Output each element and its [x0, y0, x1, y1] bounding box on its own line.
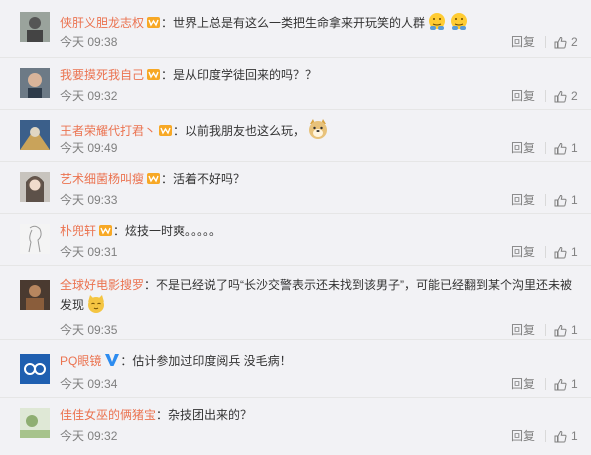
thumbs-up-icon	[554, 90, 567, 102]
vip-crown-icon[interactable]	[146, 15, 161, 29]
comment-item: PQ眼镜 ：估计参加过印度阅兵 没毛病！ 今天 09:34 回复 1	[0, 340, 591, 398]
comment-text: ：世界上总是有这么一类把生命拿来开玩笑的人群	[161, 16, 426, 30]
divider	[545, 36, 546, 48]
comment-text: ：以前我朋友也这么玩，	[173, 124, 306, 138]
like-button[interactable]: 2	[554, 88, 579, 104]
thumbs-up-icon	[554, 36, 567, 48]
username-link[interactable]: 全球好电影搜罗	[60, 278, 144, 292]
like-button[interactable]: 1	[554, 428, 579, 444]
avatar[interactable]	[20, 68, 50, 98]
comment-time: 今天 09:32	[60, 429, 118, 443]
avatar[interactable]	[20, 172, 50, 202]
comment-time: 今天 09:34	[60, 377, 118, 391]
reply-button[interactable]: 回复	[511, 322, 545, 338]
username-link[interactable]: 朴兜轩	[60, 224, 96, 238]
comment-item: 侠肝义胆龙志权 ：世界上总是有这么一类把生命拿来开玩笑的人群 今天 09:38 回…	[0, 0, 591, 58]
like-count: 2	[571, 35, 578, 49]
thumbs-up-icon	[554, 142, 567, 154]
divider	[545, 90, 546, 102]
thumbs-up-icon	[554, 324, 567, 336]
reply-button[interactable]: 回复	[511, 428, 545, 444]
avatar[interactable]	[20, 408, 50, 438]
comment-item: 朴兜轩 ：炫技一时爽。。。。。 今天 09:31 回复 1	[0, 214, 591, 266]
comment-time: 今天 09:49	[60, 141, 118, 155]
like-count: 1	[571, 429, 578, 443]
comment-text: ：杂技团出来的？	[156, 408, 253, 422]
comment-text: ：是从印度学徒回来的吗？？	[161, 68, 318, 82]
reply-button[interactable]: 回复	[511, 192, 545, 208]
like-count: 1	[571, 141, 578, 155]
reply-button[interactable]: 回复	[511, 376, 545, 392]
comment-text: ：活着不好吗？	[161, 172, 246, 186]
thumbs-up-icon	[554, 194, 567, 206]
vip-crown-icon[interactable]	[158, 123, 173, 137]
comment-text: ：炫技一时爽。。。。。	[113, 224, 222, 238]
avatar[interactable]	[20, 120, 50, 150]
avatar[interactable]	[20, 224, 50, 254]
vip-crown-icon[interactable]	[146, 171, 161, 185]
avatar[interactable]	[20, 12, 50, 42]
username-link[interactable]: 侠肝义胆龙志权	[60, 16, 144, 30]
username-link[interactable]: 王者荣耀代打君丶	[60, 124, 156, 138]
like-button[interactable]: 1	[554, 322, 579, 338]
username-link[interactable]: 佳佳女巫的俩猪宝	[60, 408, 156, 422]
comment-item: 全球好电影搜罗：不是已经说了吗“长沙交警表示还未找到该男子”，可能已经翻到某个沟…	[0, 266, 591, 340]
like-count: 1	[571, 193, 578, 207]
vip-crown-icon[interactable]	[146, 67, 161, 81]
reply-button[interactable]: 回复	[511, 244, 545, 260]
reply-button[interactable]: 回复	[511, 88, 545, 104]
cat-icon	[86, 294, 106, 319]
verified-v-icon[interactable]	[104, 353, 120, 372]
reply-button[interactable]: 回复	[511, 34, 545, 50]
like-count: 1	[571, 377, 578, 391]
comment-list: 侠肝义胆龙志权 ：世界上总是有这么一类把生命拿来开玩笑的人群 今天 09:38 回…	[0, 0, 591, 455]
username-link[interactable]: 艺术细菌杨叫瘦	[60, 172, 144, 186]
like-button[interactable]: 1	[554, 140, 579, 156]
like-button[interactable]: 1	[554, 192, 579, 208]
like-button[interactable]: 1	[554, 244, 579, 260]
comment-text: ：估计参加过印度阅兵 没毛病！	[120, 354, 292, 368]
divider	[545, 142, 546, 154]
comment-time: 今天 09:35	[60, 323, 118, 337]
username-link[interactable]: PQ眼镜	[60, 354, 101, 368]
comment-time: 今天 09:32	[60, 89, 118, 103]
thumbs-up-icon	[554, 246, 567, 258]
divider	[545, 194, 546, 206]
comment-item: 艺术细菌杨叫瘦 ：活着不好吗？ 今天 09:33 回复 1	[0, 162, 591, 214]
comment-time: 今天 09:33	[60, 193, 118, 207]
like-button[interactable]: 2	[554, 34, 579, 50]
like-count: 1	[571, 323, 578, 337]
comment-time: 今天 09:31	[60, 245, 118, 259]
avatar[interactable]	[20, 280, 50, 310]
divider	[545, 378, 546, 390]
username-link[interactable]: 我要摸死我自己	[60, 68, 144, 82]
divider	[545, 246, 546, 258]
thumbs-up-icon	[554, 430, 567, 442]
like-count: 2	[571, 89, 578, 103]
reply-button[interactable]: 回复	[511, 140, 545, 156]
divider	[545, 324, 546, 336]
comment-time: 今天 09:38	[60, 35, 118, 49]
avatar[interactable]	[20, 354, 50, 384]
thumbs-up-icon	[554, 378, 567, 390]
comment-item: 我要摸死我自己 ：是从印度学徒回来的吗？？ 今天 09:32 回复 2	[0, 58, 591, 110]
divider	[545, 430, 546, 442]
comment-item: 王者荣耀代打君丶 ：以前我朋友也这么玩， 今天 09:49 回复 1	[0, 110, 591, 162]
vip-crown-icon[interactable]	[98, 223, 113, 237]
comment-item: 佳佳女巫的俩猪宝：杂技团出来的？ 今天 09:32 回复 1	[0, 398, 591, 455]
like-button[interactable]: 1	[554, 376, 579, 392]
like-count: 1	[571, 245, 578, 259]
